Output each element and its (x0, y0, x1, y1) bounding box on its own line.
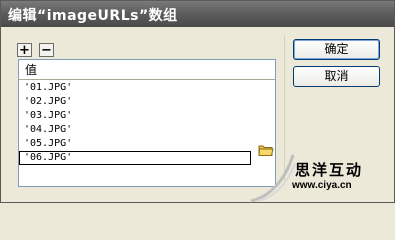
watermark-title: 思洋互动 (295, 161, 364, 179)
row-value: '04.JPG' (24, 124, 73, 135)
title-bar[interactable]: 编辑“imageURLs”数组 (1, 1, 394, 27)
ok-button[interactable]: 确定 (293, 39, 380, 60)
edit-array-dialog: 编辑“imageURLs”数组 + − 值 '01.JPG' '02.JPG' … (0, 0, 395, 203)
grid-row[interactable]: '05.JPG' (19, 137, 275, 151)
grid-row-selected[interactable]: '06.JPG' (19, 151, 251, 165)
minus-icon: − (41, 42, 52, 58)
dialog-title: 编辑“imageURLs”数组 (8, 8, 178, 24)
row-value: '03.JPG' (24, 110, 73, 121)
grid-row[interactable]: '01.JPG' (19, 81, 275, 95)
row-value: '01.JPG' (24, 82, 73, 93)
grid-rows: '01.JPG' '02.JPG' '03.JPG' '04.JPG' '05.… (19, 81, 275, 165)
row-value-edit[interactable]: '06.JPG' (24, 152, 72, 163)
remove-item-button[interactable]: − (39, 43, 54, 57)
grid-row[interactable]: '02.JPG' (19, 95, 275, 109)
grid-row[interactable]: '03.JPG' (19, 109, 275, 123)
values-grid[interactable]: 值 '01.JPG' '02.JPG' '03.JPG' '04.JPG' '0… (18, 59, 276, 187)
cancel-button[interactable]: 取消 (293, 66, 380, 87)
watermark: 思洋互动 www.ciya.cn (249, 151, 395, 203)
row-value: '05.JPG' (24, 138, 73, 149)
column-header-value: 值 (19, 60, 275, 80)
add-item-button[interactable]: + (17, 43, 32, 57)
plus-icon: + (19, 42, 30, 58)
grid-row[interactable]: '04.JPG' (19, 123, 275, 137)
row-value: '02.JPG' (24, 96, 73, 107)
watermark-url: www.ciya.cn (292, 180, 352, 191)
